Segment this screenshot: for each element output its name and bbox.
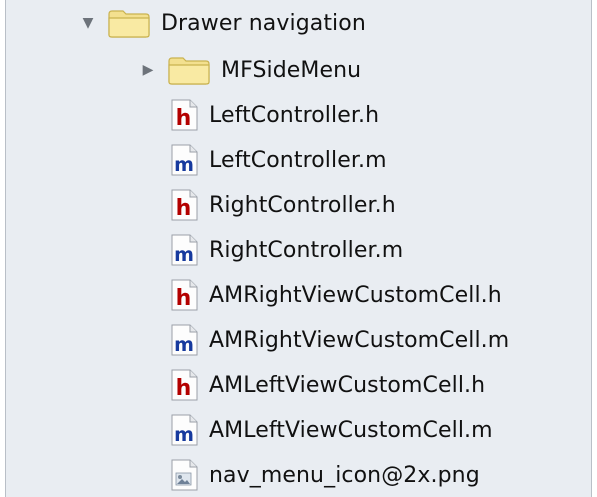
header-file-icon: h: [171, 279, 198, 311]
project-navigator: ▼ Drawer navigation ▶ MFSideMenu h LeftC…: [5, 0, 592, 497]
disclosure-triangle-collapsed-icon[interactable]: ▶: [141, 63, 155, 77]
tree-row-file[interactable]: h AMRightViewCustomCell.h: [6, 272, 591, 318]
tree-row-label: LeftController.m: [209, 147, 387, 173]
tree-row-file[interactable]: m LeftController.m: [6, 137, 591, 183]
tree-row-mfsidemenu[interactable]: ▶ MFSideMenu: [6, 47, 591, 93]
svg-text:h: h: [176, 376, 192, 401]
header-file-icon: h: [171, 369, 198, 401]
svg-text:h: h: [176, 286, 192, 311]
tree-row-file[interactable]: h LeftController.h: [6, 92, 591, 138]
tree-row-label: Drawer navigation: [161, 10, 366, 36]
svg-text:m: m: [174, 244, 194, 266]
tree-row-label: RightController.m: [209, 237, 404, 263]
tree-row-file[interactable]: nav_menu_icon@2x.png: [6, 452, 591, 497]
header-file-icon: h: [171, 189, 198, 221]
tree-row-drawer-navigation[interactable]: ▼ Drawer navigation: [6, 0, 591, 46]
tree-row-file[interactable]: m RightController.m: [6, 227, 591, 273]
implementation-file-icon: m: [171, 414, 198, 446]
tree-row-label: AMRightViewCustomCell.m: [209, 327, 510, 353]
disclosure-triangle-expanded-icon[interactable]: ▼: [81, 16, 95, 30]
implementation-file-icon: m: [171, 144, 198, 176]
tree-row-file[interactable]: m AMRightViewCustomCell.m: [6, 317, 591, 363]
tree-row-label: LeftController.h: [209, 102, 380, 128]
implementation-file-icon: m: [171, 324, 198, 356]
tree-row-file[interactable]: h RightController.h: [6, 182, 591, 228]
svg-text:h: h: [176, 196, 192, 221]
tree-row-label: AMRightViewCustomCell.h: [209, 282, 502, 308]
svg-text:m: m: [174, 424, 194, 446]
folder-icon: [168, 57, 210, 85]
tree-row-file[interactable]: m AMLeftViewCustomCell.m: [6, 407, 591, 453]
image-file-icon: [171, 459, 198, 491]
folder-icon: [108, 10, 150, 38]
svg-text:h: h: [176, 106, 192, 131]
implementation-file-icon: m: [171, 234, 198, 266]
tree-row-label: nav_menu_icon@2x.png: [209, 462, 480, 488]
tree-row-label: RightController.h: [209, 192, 396, 218]
tree-row-label: AMLeftViewCustomCell.m: [209, 417, 493, 443]
tree-row-label: MFSideMenu: [221, 57, 362, 83]
header-file-icon: h: [171, 99, 198, 131]
tree-row-file[interactable]: h AMLeftViewCustomCell.h: [6, 362, 591, 408]
svg-text:m: m: [174, 154, 194, 176]
svg-text:m: m: [174, 334, 194, 356]
tree-row-label: AMLeftViewCustomCell.h: [209, 372, 486, 398]
